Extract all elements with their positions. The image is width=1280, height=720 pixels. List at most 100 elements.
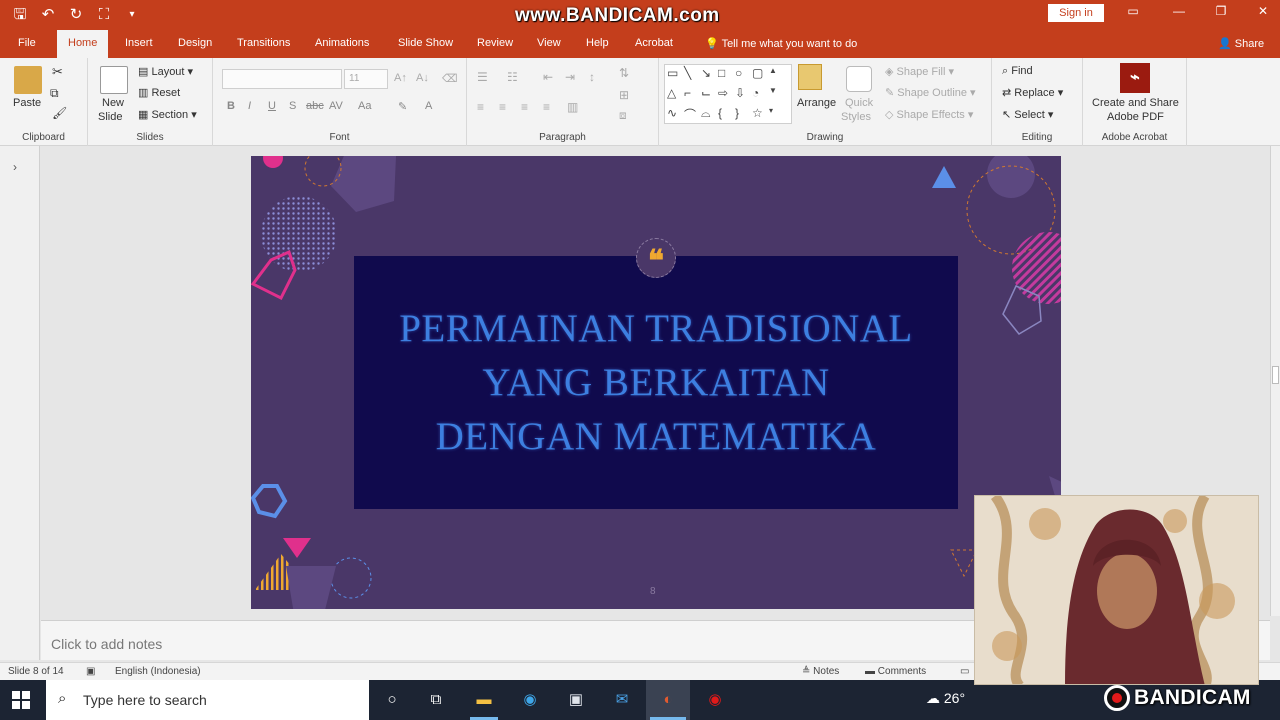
taskbar-search-box[interactable]: ⌕ Type here to search	[46, 680, 369, 720]
notes-toggle[interactable]: ≜ Notes	[802, 666, 839, 677]
presentation-from-start-icon[interactable]: ⛶	[94, 5, 114, 25]
arrange-icon[interactable]	[798, 64, 822, 90]
tab-file[interactable]: File	[18, 37, 36, 49]
microsoft-store-icon[interactable]: ▣	[564, 688, 588, 712]
sign-in-button[interactable]: Sign in	[1048, 4, 1104, 22]
connector-shape-icon[interactable]: ⌙	[701, 86, 718, 106]
gallery-down-icon[interactable]: ▼	[769, 86, 786, 106]
shape-fill-button[interactable]: ◈ Shape Fill ▾	[885, 65, 954, 78]
gallery-more-icon[interactable]: ▾	[769, 106, 786, 126]
edge-browser-icon[interactable]: ◉	[518, 688, 542, 712]
tab-design[interactable]: Design	[178, 37, 212, 49]
shadow-icon[interactable]: S	[289, 100, 296, 112]
triangle-shape-icon[interactable]: △	[667, 86, 684, 106]
right-arrow-shape-icon[interactable]: ⇨	[718, 86, 735, 106]
vertical-scrollbar[interactable]	[1270, 146, 1280, 616]
cut-icon[interactable]: ✂	[52, 64, 63, 80]
align-text-icon[interactable]: ⊞	[619, 88, 629, 102]
smartart-icon[interactable]: ⧈	[619, 108, 627, 123]
tab-acrobat[interactable]: Acrobat	[635, 37, 673, 49]
mail-icon[interactable]: ✉	[610, 688, 634, 712]
create-pdf-label-1[interactable]: Create and Share	[1092, 97, 1179, 109]
quick-styles-label-1[interactable]: Quick	[845, 97, 873, 109]
rectangle-shape-icon[interactable]: □	[718, 66, 735, 86]
tab-insert[interactable]: Insert	[125, 37, 153, 49]
align-right-icon[interactable]: ≡	[521, 100, 528, 114]
shape-outline-button[interactable]: ✎ Shape Outline ▾	[885, 86, 976, 99]
windows-start-icon[interactable]	[12, 691, 30, 709]
align-left-icon[interactable]: ≡	[477, 100, 484, 114]
down-arrow-shape-icon[interactable]: ⇩	[735, 86, 752, 106]
highlight-icon[interactable]: ✎	[398, 100, 407, 113]
star-shape-icon[interactable]: ☆	[752, 106, 769, 126]
powerpoint-taskbar-button[interactable]: ◐	[646, 680, 690, 720]
notes-placeholder[interactable]: Click to add notes	[51, 636, 162, 652]
align-center-icon[interactable]: ≡	[499, 100, 506, 114]
arc-shape-icon[interactable]: ⌓	[701, 106, 718, 126]
find-button[interactable]: ⌕ Find	[1002, 65, 1033, 78]
underline-icon[interactable]: U	[268, 100, 276, 112]
task-view-icon[interactable]: ⧉	[424, 688, 448, 712]
bandicam-record-icon[interactable]: ◉	[703, 688, 727, 712]
brace-left-icon[interactable]: {	[718, 106, 735, 126]
new-slide-label-1[interactable]: New	[102, 97, 124, 109]
decrease-font-icon[interactable]: A↓	[416, 72, 429, 84]
save-icon[interactable]: 🖫	[10, 5, 30, 25]
copy-icon[interactable]: ⧉	[50, 86, 59, 101]
bullets-icon[interactable]: ☰	[477, 70, 488, 84]
quick-styles-label-2[interactable]: Styles	[841, 111, 871, 123]
arrow-line-shape-icon[interactable]: ↘	[701, 66, 718, 86]
rounded-rect-shape-icon[interactable]: ▢	[752, 66, 769, 86]
textbox-shape-icon[interactable]: ▭	[667, 66, 684, 86]
decrease-indent-icon[interactable]: ⇤	[543, 70, 553, 84]
tab-home[interactable]: Home	[57, 30, 109, 58]
tab-transitions[interactable]: Transitions	[237, 37, 290, 49]
maximize-icon[interactable]: ❐	[1206, 4, 1236, 18]
increase-indent-icon[interactable]: ⇥	[565, 70, 575, 84]
share-button[interactable]: 👤 Share	[1218, 37, 1264, 50]
line-spacing-icon[interactable]: ↕	[589, 70, 595, 84]
strikethrough-icon[interactable]: abc	[306, 100, 324, 112]
callout-shape-icon[interactable]: ◔	[752, 86, 769, 106]
redo-icon[interactable]: ↻	[66, 5, 86, 25]
language-indicator[interactable]: English (Indonesia)	[115, 666, 201, 677]
tab-help[interactable]: Help	[586, 37, 609, 49]
arrange-button[interactable]: Arrange	[797, 97, 836, 109]
tab-animations[interactable]: Animations	[315, 37, 369, 49]
new-slide-icon[interactable]	[100, 66, 128, 94]
text-direction-icon[interactable]: ⇅	[619, 66, 629, 80]
undo-icon[interactable]: ↶	[38, 5, 58, 25]
elbow-connector-icon[interactable]: ⌐	[684, 86, 701, 106]
new-slide-label-2[interactable]: Slide	[98, 111, 122, 123]
shapes-gallery[interactable]: ▭ ╲ ↘ □ ○ ▢ ▲ △ ⌐ ⌙ ⇨ ⇩ ◔ ▼ ∿ ⌒ ⌓{} ☆ ▾	[664, 64, 792, 124]
file-explorer-icon[interactable]: ▬	[472, 688, 496, 712]
weather-widget[interactable]: ☁ 26°	[926, 690, 965, 707]
character-spacing-icon[interactable]: AV	[329, 100, 343, 112]
gallery-up-icon[interactable]: ▲	[769, 66, 786, 86]
format-painter-icon[interactable]: 🖌	[52, 106, 67, 120]
line-shape-icon[interactable]: ╲	[684, 66, 701, 86]
change-case-icon[interactable]: Aa	[358, 100, 371, 112]
ribbon-display-options-icon[interactable]: ▭	[1118, 4, 1148, 18]
slide-canvas[interactable]: PERMAINAN TRADISIONAL YANG BERKAITAN DEN…	[251, 156, 1061, 609]
font-name-combo[interactable]	[222, 69, 342, 89]
freeform-shape-icon[interactable]: ∿	[667, 106, 684, 126]
italic-icon[interactable]: I	[248, 100, 251, 112]
oval-shape-icon[interactable]: ○	[735, 66, 752, 86]
normal-view-icon[interactable]: ▭	[960, 666, 969, 677]
paste-button[interactable]: Paste	[13, 97, 41, 109]
curve-shape-icon[interactable]: ⌒	[684, 106, 701, 126]
reset-button[interactable]: ▥ Reset	[138, 86, 180, 99]
close-icon[interactable]: ✕	[1248, 4, 1278, 18]
customize-toolbar-icon[interactable]: ▾	[122, 5, 142, 25]
accessibility-icon[interactable]: ▣	[86, 666, 95, 677]
font-color-icon[interactable]: A	[425, 100, 432, 112]
columns-icon[interactable]: ▥	[567, 100, 578, 114]
section-button[interactable]: ▦ Section ▾	[138, 108, 197, 121]
minimize-icon[interactable]: —	[1164, 4, 1194, 18]
brace-right-icon[interactable]: }	[735, 106, 752, 126]
clear-formatting-icon[interactable]: ⌫	[442, 72, 458, 85]
numbering-icon[interactable]: ☷	[507, 70, 518, 84]
justify-icon[interactable]: ≡	[543, 100, 550, 114]
adobe-pdf-icon[interactable]: ⌁	[1120, 63, 1150, 93]
